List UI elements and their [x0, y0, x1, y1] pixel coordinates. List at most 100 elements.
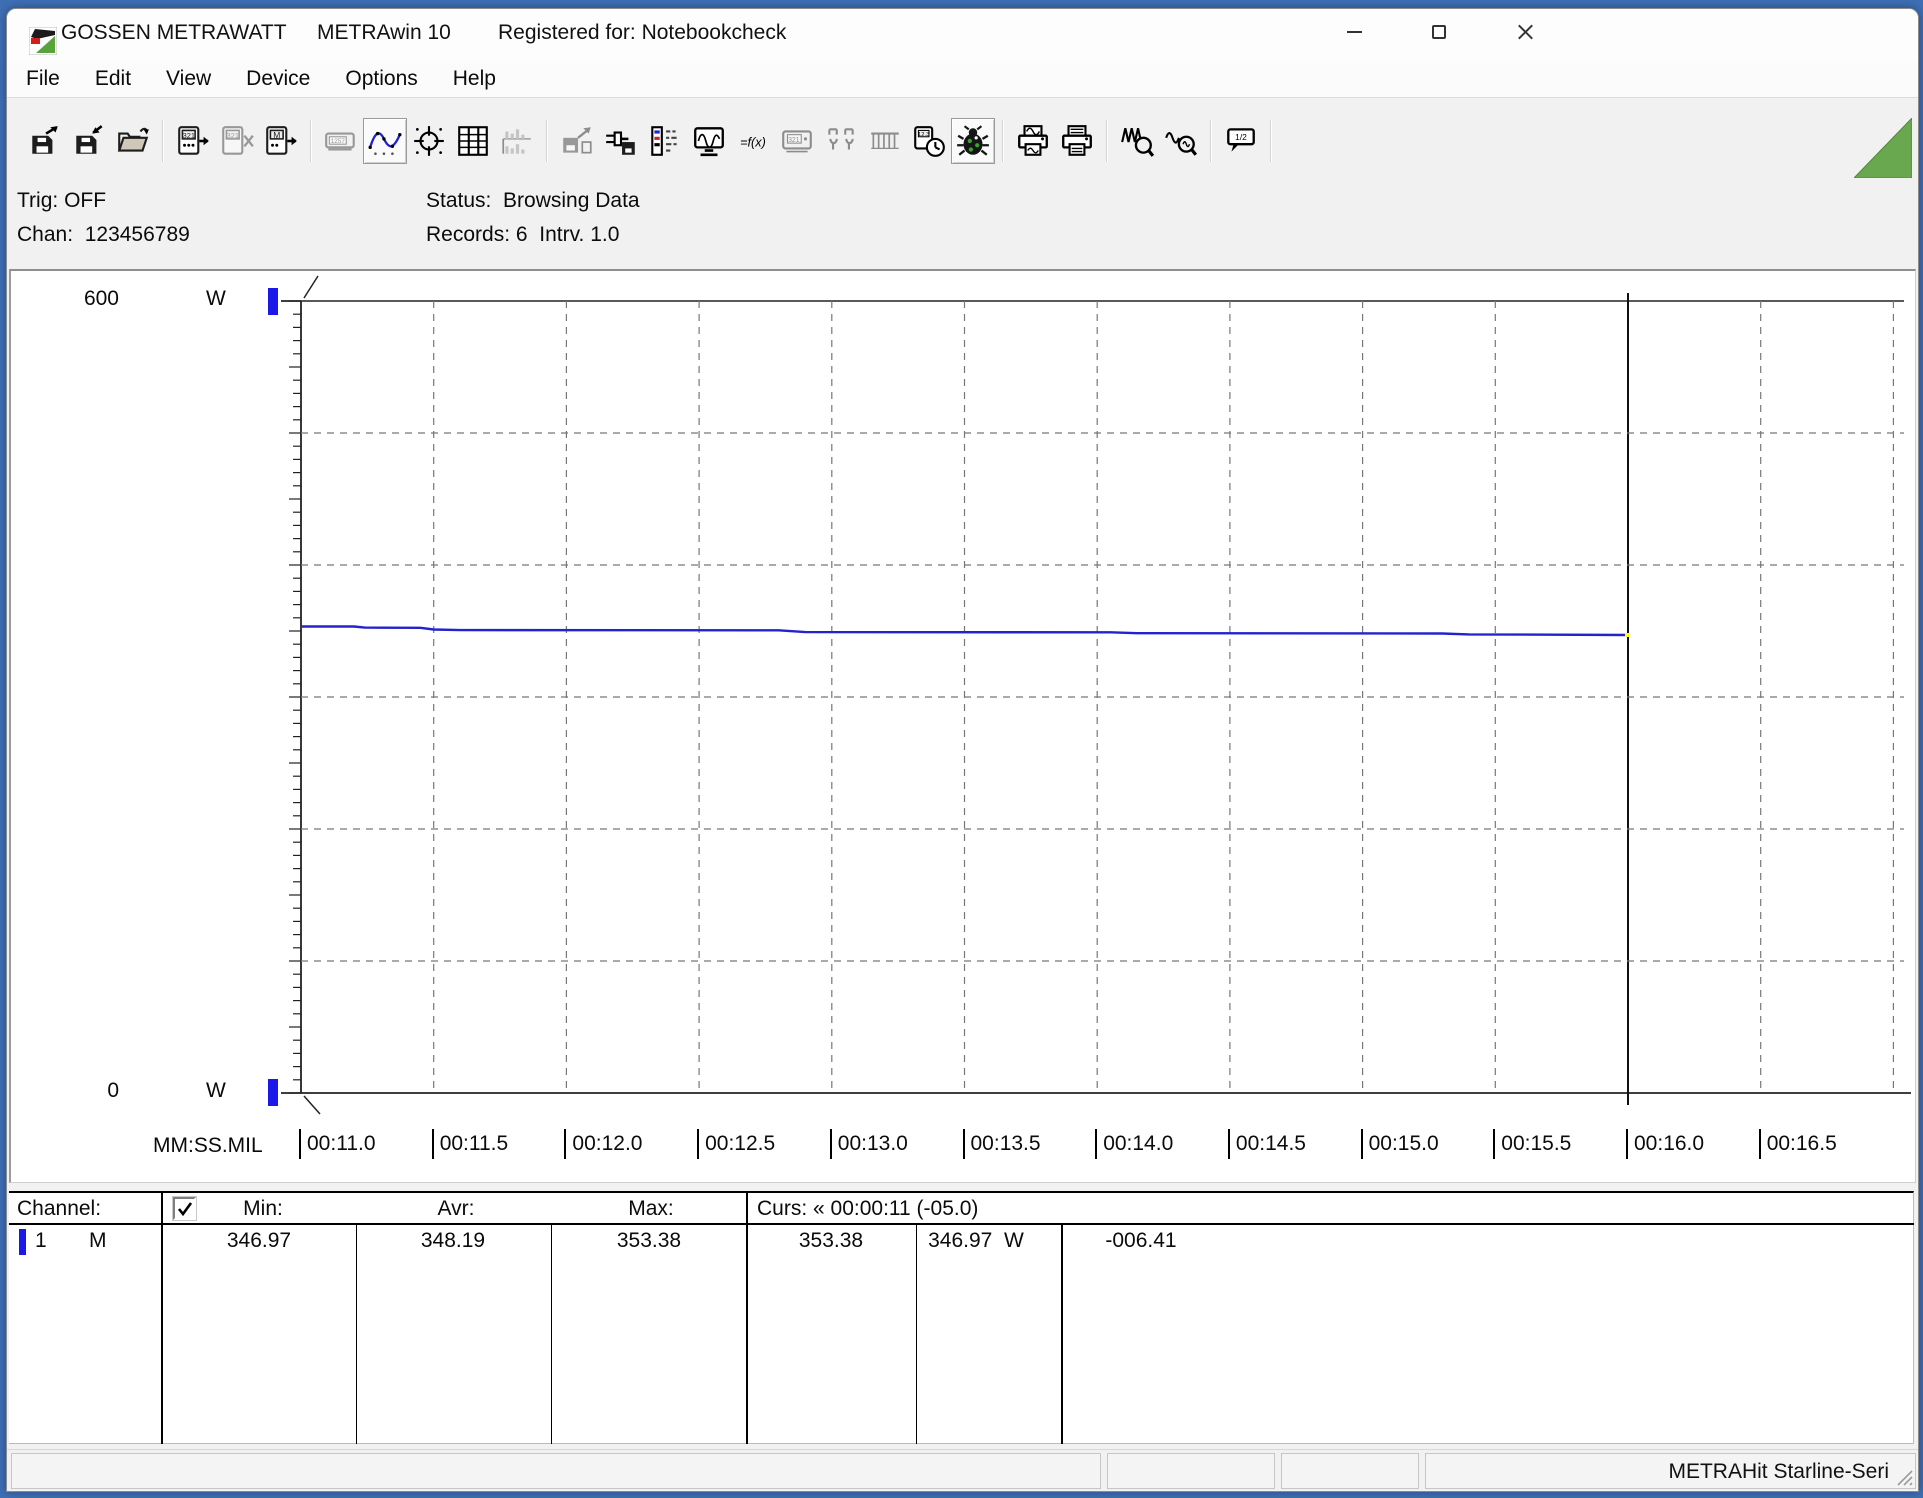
export-graph-icon[interactable] [555, 118, 599, 164]
device-clock-icon[interactable]: 12.3 [907, 118, 951, 164]
chart-view-icon[interactable] [363, 118, 407, 164]
channel-visibility-checkbox[interactable] [173, 1197, 196, 1220]
formula-icon[interactable]: =f(x) [731, 118, 775, 164]
maximize-button[interactable] [1422, 17, 1456, 47]
display-1257-icon[interactable]: 1257 [319, 118, 363, 164]
x-tick-label: 00:11.5 [432, 1129, 509, 1159]
comb-waveform-icon[interactable] [863, 118, 907, 164]
floppy-export-icon[interactable] [23, 118, 67, 164]
svg-text:=f(x): =f(x) [740, 135, 766, 149]
app-window: GOSSEN METRAWATT METRAwin 10 Registered … [6, 8, 1919, 1492]
statusbar-section-main [11, 1453, 1101, 1489]
menu-help[interactable]: Help [449, 65, 500, 93]
records-status: Records: 6 Intrv. 1.0 [426, 223, 619, 247]
bar-chart-view-icon[interactable] [495, 118, 539, 164]
zoom-out-waveform-icon[interactable] [1159, 118, 1203, 164]
row-avr-value: 348.19 [421, 1229, 485, 1253]
row-cursor-a-value: 353.38 [799, 1229, 863, 1253]
maximize-icon [1432, 25, 1446, 39]
bug-icon[interactable] [951, 118, 995, 164]
table-header-cursor: Curs: « 00:00:11 (-05.0) [757, 1197, 978, 1221]
menu-view[interactable]: View [162, 65, 215, 93]
menu-options[interactable]: Options [341, 65, 421, 93]
comment-icon[interactable]: 1/2 [1219, 118, 1263, 164]
open-folder-icon[interactable] [111, 118, 155, 164]
statusbar-section-device: METRAHit Starline-Seri [1425, 1453, 1916, 1489]
device-read-m-icon[interactable]: M [259, 118, 303, 164]
resize-grip-icon[interactable] [1895, 1468, 1913, 1486]
close-icon [1517, 24, 1533, 40]
app-logo-icon [29, 27, 57, 55]
x-tick-label: 00:16.0 [1626, 1129, 1704, 1159]
x-tick-label: 00:11.0 [299, 1129, 376, 1159]
menu-file[interactable]: File [22, 65, 64, 93]
display-321-icon[interactable]: 321 [775, 118, 819, 164]
trigger-status: Trig: OFF [17, 189, 106, 213]
toolbar-separator [1106, 120, 1108, 162]
toolbar-separator [1270, 120, 1272, 162]
table-header-underline [9, 1223, 1914, 1225]
toolbar-separator [1002, 120, 1004, 162]
print-chart-icon[interactable] [1011, 118, 1055, 164]
zoom-in-waveform-icon[interactable] [1115, 118, 1159, 164]
probe-icon[interactable] [819, 118, 863, 164]
table-header-max: Max: [628, 1197, 674, 1221]
device-read-321-icon[interactable]: 321 [171, 118, 215, 164]
x-tick-label: 00:14.5 [1228, 1129, 1306, 1159]
row-channel-number: 1 [35, 1229, 47, 1253]
floppy-import-icon[interactable] [67, 118, 111, 164]
table-divider [161, 1191, 163, 1444]
table-divider [746, 1191, 748, 1444]
table-divider [356, 1225, 357, 1444]
table-divider [1061, 1225, 1063, 1444]
chart-panel [9, 269, 1916, 1183]
device-disconnect-321-icon[interactable]: 321 [215, 118, 259, 164]
checkmark-icon [177, 1201, 193, 1217]
y-axis-min-label: 0 [59, 1079, 119, 1103]
table-header-min: Min: [243, 1197, 283, 1221]
close-button[interactable] [1508, 17, 1542, 47]
svg-text:12.3: 12.3 [918, 132, 929, 138]
channel-status: Chan: 123456789 [17, 223, 190, 247]
row-cursor-value: 346.97 W [928, 1229, 1024, 1253]
row-channel-color-marker [19, 1229, 26, 1255]
row-cursor-delta: -006.41 [1105, 1229, 1176, 1253]
channel-marker-bottom [268, 1079, 278, 1106]
x-tick-label: 00:14.0 [1095, 1129, 1173, 1159]
statusbar-section-3 [1281, 1453, 1419, 1489]
svg-text:321: 321 [227, 131, 239, 140]
menu-edit[interactable]: Edit [91, 65, 135, 93]
svg-text:1/2: 1/2 [1235, 132, 1247, 142]
menu-device[interactable]: Device [242, 65, 314, 93]
table-header-channel: Channel: [17, 1197, 101, 1221]
x-axis-format-label: MM:SS.MIL [153, 1134, 263, 1158]
table-view-icon[interactable] [451, 118, 495, 164]
resize-triangle-icon [1854, 118, 1912, 178]
product-name: METRAwin 10 [317, 21, 451, 45]
browse-status: Status: Browsing Data [426, 189, 640, 213]
x-tick-label: 00:12.5 [697, 1129, 775, 1159]
device-write-icon[interactable] [599, 118, 643, 164]
toolbar-separator [546, 120, 548, 162]
device-name: METRAHit Starline-Seri [1668, 1460, 1889, 1484]
x-tick-label: 00:16.5 [1759, 1129, 1837, 1159]
title-bar [7, 9, 1919, 61]
x-tick-label: 00:13.5 [963, 1129, 1041, 1159]
minimize-button[interactable] [1337, 17, 1371, 47]
table-header-avr: Avr: [438, 1197, 475, 1221]
table-divider [916, 1225, 917, 1444]
menu-bar: File Edit View Device Options Help [7, 61, 1919, 97]
svg-text:M: M [273, 130, 280, 140]
y-axis-unit-top: W [206, 287, 226, 311]
y-axis-max-label: 600 [59, 287, 119, 311]
svg-text:1257: 1257 [331, 138, 346, 145]
channel-list-icon[interactable] [643, 118, 687, 164]
crosshair-view-icon[interactable] [407, 118, 451, 164]
status-bar: METRAHit Starline-Seri [7, 1449, 1919, 1492]
statusbar-section-2 [1107, 1453, 1275, 1489]
toolbar-separator [1210, 120, 1212, 162]
monitor-waveform-icon[interactable] [687, 118, 731, 164]
x-tick-label: 00:12.0 [564, 1129, 642, 1159]
table-divider [551, 1225, 552, 1444]
print-list-icon[interactable] [1055, 118, 1099, 164]
